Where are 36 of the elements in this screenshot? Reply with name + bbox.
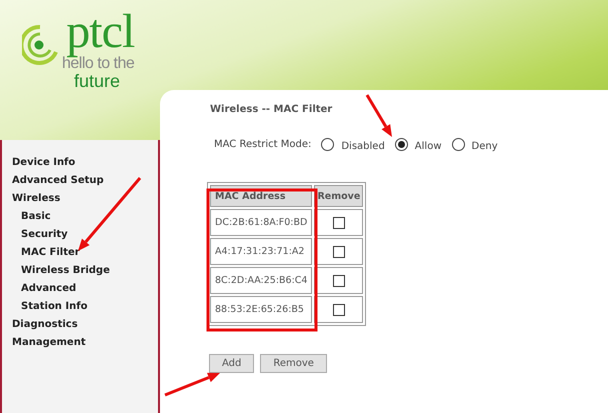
page-title: Wireless -- MAC Filter: [210, 104, 334, 117]
brand-logo: ptcl: [66, 8, 134, 56]
table-cell: 88:53:2E:65:26:B5: [210, 296, 312, 323]
table-cell: 8C:2D:AA:25:B6:C4: [210, 267, 312, 294]
annotation-arrow: [366, 94, 392, 137]
logo-tagline: hello to the: [62, 56, 134, 72]
sidebar-item[interactable]: Advanced Setup: [12, 172, 158, 190]
checkbox[interactable]: [332, 274, 345, 286]
sidebar-item[interactable]: Wireless: [12, 190, 158, 208]
table-cell: A4:17:31:23:71:A2: [210, 238, 312, 265]
sidebar-item[interactable]: MAC Filter: [12, 244, 158, 262]
column-header: Remove: [314, 185, 364, 207]
annotation-arrow: [164, 372, 220, 396]
sidebar-item[interactable]: Diagnostics: [12, 316, 158, 334]
action-button[interactable]: Remove: [260, 354, 327, 373]
sidebar-item[interactable]: Security: [12, 226, 158, 244]
radio-button[interactable]: [394, 138, 408, 150]
radio-label: Disabled: [341, 141, 385, 152]
action-button[interactable]: Add: [209, 354, 254, 373]
logo-tagline: future: [74, 72, 120, 90]
sidebar-item[interactable]: Management: [12, 334, 158, 352]
sidebar-item[interactable]: Device Info: [12, 154, 158, 172]
radio-label: Allow: [414, 141, 442, 152]
sidebar-item[interactable]: Basic: [12, 208, 158, 226]
table-cell: DC:2B:61:8A:F0:BD: [210, 209, 312, 236]
sidebar-item[interactable]: Advanced: [12, 280, 158, 298]
checkbox[interactable]: [332, 246, 345, 258]
radio-label: Deny: [472, 141, 498, 152]
checkbox[interactable]: [332, 216, 345, 228]
radio-button[interactable]: [321, 138, 334, 150]
checkbox[interactable]: [332, 304, 345, 316]
field-label: MAC Restrict Mode:: [214, 138, 312, 150]
sidebar-item[interactable]: Wireless Bridge: [12, 262, 158, 280]
swirl-logo-icon: [22, 24, 58, 66]
sidebar-item[interactable]: Station Info: [12, 298, 158, 316]
radio-button[interactable]: [452, 138, 464, 150]
